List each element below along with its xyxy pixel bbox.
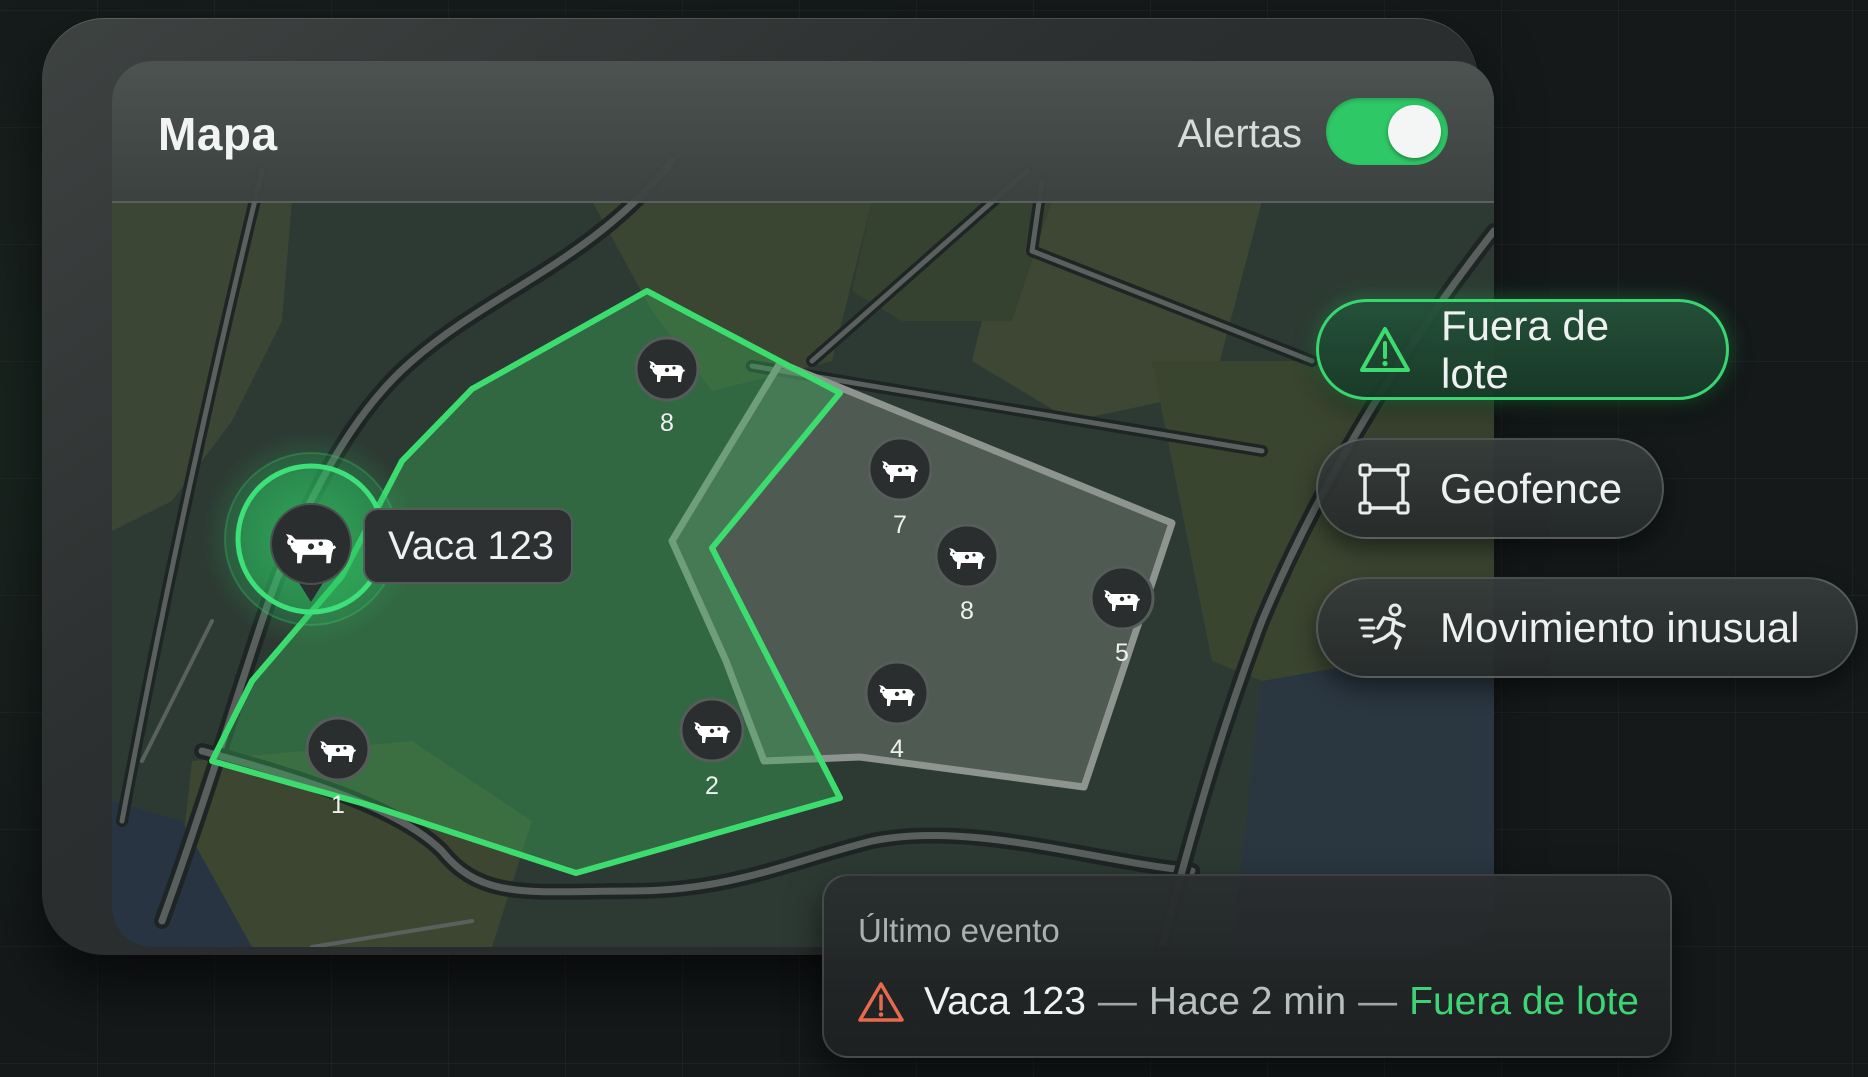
filter-chip-out-of-lot[interactable]: Fuera de lote — [1316, 299, 1729, 400]
cow-marker-label: 8 — [960, 597, 974, 625]
cow-marker-label: 2 — [705, 772, 719, 800]
event-separator: — — [1097, 980, 1137, 1023]
filter-chip-geofence[interactable]: Geofence — [1316, 438, 1664, 539]
page-title: Mapa — [158, 108, 278, 160]
cow-marker-label: 1 — [331, 791, 345, 819]
selected-cow-label-text: Vaca 123 — [388, 524, 554, 568]
cow-marker-label: 7 — [893, 511, 907, 539]
tablet-frame: Vaca 123 8 1 2 7 8 5 4 Mapa Alertas — [42, 18, 1494, 955]
filter-chip-label: Movimiento inusual — [1440, 603, 1800, 651]
filter-chip-label: Fuera de lote — [1441, 301, 1610, 397]
cow-marker-label: 8 — [660, 409, 674, 437]
cow-marker-label: 5 — [1115, 639, 1129, 667]
warning-triangle-icon — [1360, 326, 1410, 372]
event-time: Hace 2 min — [1148, 980, 1347, 1023]
event-cow: Vaca 123 — [924, 980, 1086, 1023]
event-status: Fuera de lote — [1409, 980, 1639, 1023]
filter-chip-label: Geofence — [1440, 464, 1623, 512]
geofence-square-icon — [1358, 463, 1410, 514]
selected-cow-label: Vaca 123 — [363, 508, 573, 584]
filter-chip-unusual-movement[interactable]: Movimiento inusual — [1316, 577, 1858, 678]
last-event-card[interactable]: Último evento Vaca 123 — Hace 2 min — Fu… — [822, 874, 1672, 1058]
event-separator: — — [1358, 980, 1398, 1023]
last-event-heading: Último evento — [858, 912, 1060, 949]
map-screen: Vaca 123 8 1 2 7 8 5 4 Mapa Alertas — [112, 61, 1494, 947]
running-person-icon — [1358, 603, 1406, 650]
last-event-row: Vaca 123 — Hace 2 min — Fuera de lote — [858, 980, 1639, 1024]
warning-triangle-icon — [858, 982, 904, 1022]
alerts-label: Alertas — [1177, 112, 1303, 156]
cow-marker-label: 4 — [890, 735, 904, 763]
top-bar: Mapa Alertas — [112, 61, 1494, 203]
alerts-toggle[interactable] — [1326, 98, 1448, 165]
toggle-knob[interactable] — [1388, 105, 1441, 158]
